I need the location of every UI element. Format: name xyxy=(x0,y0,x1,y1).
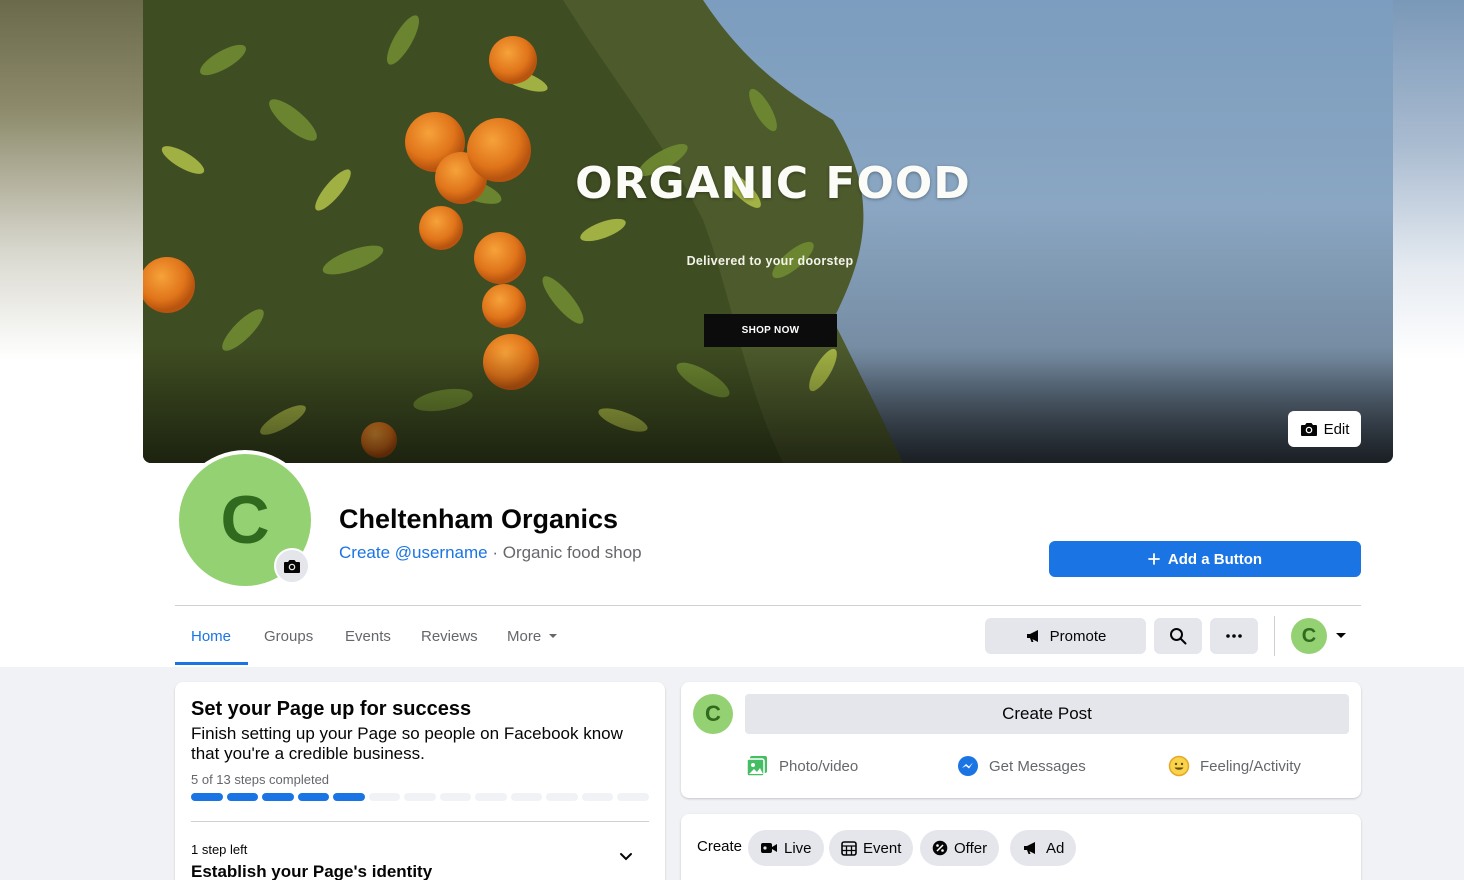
create-post-label: Create Post xyxy=(1002,704,1092,723)
cover-backdrop-right xyxy=(1393,0,1464,360)
tab-groups[interactable]: Groups xyxy=(264,606,313,666)
progress-segment-done xyxy=(262,793,294,801)
create-event-label: Event xyxy=(863,839,902,857)
search-button[interactable] xyxy=(1154,618,1202,654)
ellipsis-icon xyxy=(1226,634,1242,638)
page-category: Organic food shop xyxy=(502,543,642,562)
camera-icon xyxy=(284,560,300,573)
edit-cover-button[interactable]: Edit xyxy=(1288,411,1361,447)
tab-events[interactable]: Events xyxy=(345,606,391,666)
messenger-icon xyxy=(958,756,978,776)
setup-progress-text: 5 of 13 steps completed xyxy=(191,772,330,787)
cover-shop-now: SHOP NOW xyxy=(704,314,837,347)
progress-segment-todo xyxy=(439,793,472,801)
setup-title: Set your Page up for success xyxy=(191,698,472,720)
progress-segment-todo xyxy=(404,793,436,801)
account-caret-icon[interactable] xyxy=(1335,632,1347,640)
more-options-button[interactable] xyxy=(1210,618,1258,654)
setup-progress-bar xyxy=(191,793,649,801)
add-a-button[interactable]: Add a Button xyxy=(1049,541,1361,577)
progress-segment-todo xyxy=(617,793,649,801)
camera-icon xyxy=(1300,423,1317,436)
create-ad-button[interactable]: Ad xyxy=(1010,830,1077,866)
megaphone-icon xyxy=(1024,842,1035,854)
active-tab-indicator xyxy=(175,662,248,665)
add-a-button-label: Add a Button xyxy=(1167,550,1263,568)
actions-divider xyxy=(1274,616,1275,656)
caret-down-icon xyxy=(549,634,558,638)
progress-segment-done xyxy=(333,793,365,801)
cover-backdrop-left xyxy=(0,0,143,360)
composer-avatar[interactable]: C xyxy=(693,694,733,734)
create-offer-button[interactable]: Offer xyxy=(920,830,1000,866)
progress-segment-done xyxy=(226,793,259,801)
tab-reviews[interactable]: Reviews xyxy=(421,606,478,666)
photo-video-label: Photo/video xyxy=(779,757,859,775)
chevron-down-icon[interactable] xyxy=(619,852,633,862)
progress-segment-todo xyxy=(546,793,578,801)
video-camera-icon xyxy=(761,843,777,853)
tab-more-label: More xyxy=(507,627,542,645)
create-ad-label: Ad xyxy=(1046,839,1065,857)
cover-subheadline: Delivered to your doorstep xyxy=(686,254,854,268)
feeling-activity-label: Feeling/Activity xyxy=(1200,757,1301,775)
cover-headline: ORGANIC FOOD xyxy=(575,158,971,209)
create-bar-card: Create Live Event Offer Ad xyxy=(681,814,1361,880)
steps-left-text: 1 step left xyxy=(191,842,248,857)
progress-segment-todo xyxy=(581,793,614,801)
photo-video-button[interactable]: Photo/video xyxy=(745,752,858,780)
page-header-area: ORGANIC FOOD Delivered to your doorstep … xyxy=(0,0,1464,667)
tab-reviews-label: Reviews xyxy=(421,627,478,645)
promote-label: Promote xyxy=(1049,627,1107,645)
setup-divider xyxy=(191,821,649,822)
composer-card: C Create Post Photo/video Get Messages F… xyxy=(681,682,1361,798)
search-icon xyxy=(1170,628,1187,645)
create-offer-label: Offer xyxy=(954,839,988,857)
tab-home[interactable]: Home xyxy=(191,606,231,666)
page-meta: Create @username · Organic food shop xyxy=(339,543,642,563)
tab-events-label: Events xyxy=(345,627,391,645)
create-username-link[interactable]: Create @username xyxy=(339,543,488,562)
create-label: Create xyxy=(697,838,743,855)
progress-segment-todo xyxy=(475,793,507,801)
progress-segment-todo xyxy=(368,793,401,801)
step-title: Establish your Page's identity xyxy=(191,862,433,880)
setup-card: Set your Page up for success Finish sett… xyxy=(175,682,665,880)
progress-segment-todo xyxy=(510,793,543,801)
get-messages-button[interactable]: Get Messages xyxy=(957,752,1086,780)
switch-account-avatar[interactable]: C xyxy=(1291,618,1327,654)
progress-segment-done xyxy=(297,793,330,801)
tab-more[interactable]: More xyxy=(507,606,558,666)
create-post-button[interactable]: Create Post xyxy=(745,694,1349,734)
calendar-icon xyxy=(841,841,857,856)
promote-button[interactable]: Promote xyxy=(985,618,1146,654)
page-title: Cheltenham Organics xyxy=(339,504,619,534)
create-live-button[interactable]: Live xyxy=(748,830,824,866)
setup-description: Finish setting up your Page so people on… xyxy=(191,724,623,763)
get-messages-label: Get Messages xyxy=(989,757,1086,775)
update-profile-picture-button[interactable] xyxy=(274,548,310,584)
offer-tag-icon xyxy=(932,840,948,856)
photo-icon xyxy=(746,756,767,777)
feeling-activity-button[interactable]: Feeling/Activity xyxy=(1168,752,1301,780)
progress-segment-done xyxy=(191,793,223,801)
create-live-label: Live xyxy=(784,839,812,857)
smiley-icon xyxy=(1168,755,1190,777)
create-event-button[interactable]: Event xyxy=(829,830,914,866)
cover-shade xyxy=(143,0,1393,463)
tab-home-label: Home xyxy=(191,627,232,645)
megaphone-icon xyxy=(1026,630,1038,642)
tab-groups-label: Groups xyxy=(264,627,314,645)
edit-cover-label: Edit xyxy=(1323,420,1350,438)
meta-separator: · xyxy=(487,543,503,562)
cover-photo[interactable]: ORGANIC FOOD Delivered to your doorstep … xyxy=(143,0,1393,463)
plus-icon xyxy=(1148,553,1160,565)
